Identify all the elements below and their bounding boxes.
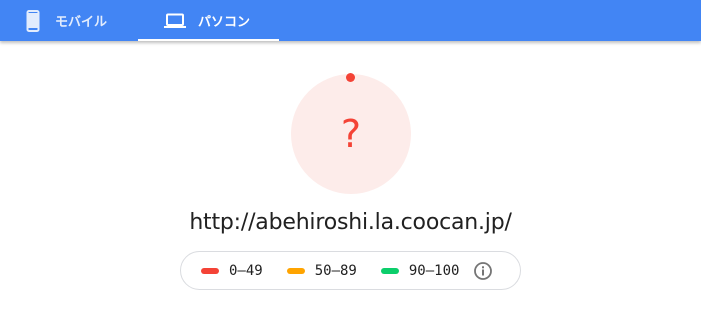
legend-swatch-average: [286, 267, 305, 274]
analyzed-url: http://abehiroshi.la.coocan.jp/: [189, 210, 512, 235]
score-legend: 0–49 50–89 90–100: [180, 251, 521, 290]
legend-item-fail: 0–49: [201, 263, 263, 279]
smartphone-icon: [25, 9, 41, 32]
tab-mobile[interactable]: モバイル: [0, 0, 138, 41]
score-gauge-dot: [346, 73, 355, 82]
legend-item-pass: 90–100: [380, 262, 460, 279]
score-value: ?: [340, 112, 362, 156]
info-icon[interactable]: [473, 261, 493, 281]
legend-range-pass: 90–100: [408, 262, 460, 279]
score-gauge: ?: [291, 73, 411, 194]
tab-desktop[interactable]: パソコン: [138, 0, 279, 41]
tab-desktop-label: パソコン: [198, 15, 251, 30]
legend-item-average: 50–89: [286, 262, 357, 279]
laptop-icon: [164, 13, 186, 29]
legend-range-average: 50–89: [314, 262, 357, 279]
legend-range-fail: 0–49: [229, 262, 263, 279]
tab-mobile-label: モバイル: [55, 15, 108, 30]
device-tab-bar: モバイル パソコン: [0, 0, 701, 41]
legend-swatch-fail: [201, 267, 219, 274]
legend-swatch-pass: [380, 267, 399, 274]
